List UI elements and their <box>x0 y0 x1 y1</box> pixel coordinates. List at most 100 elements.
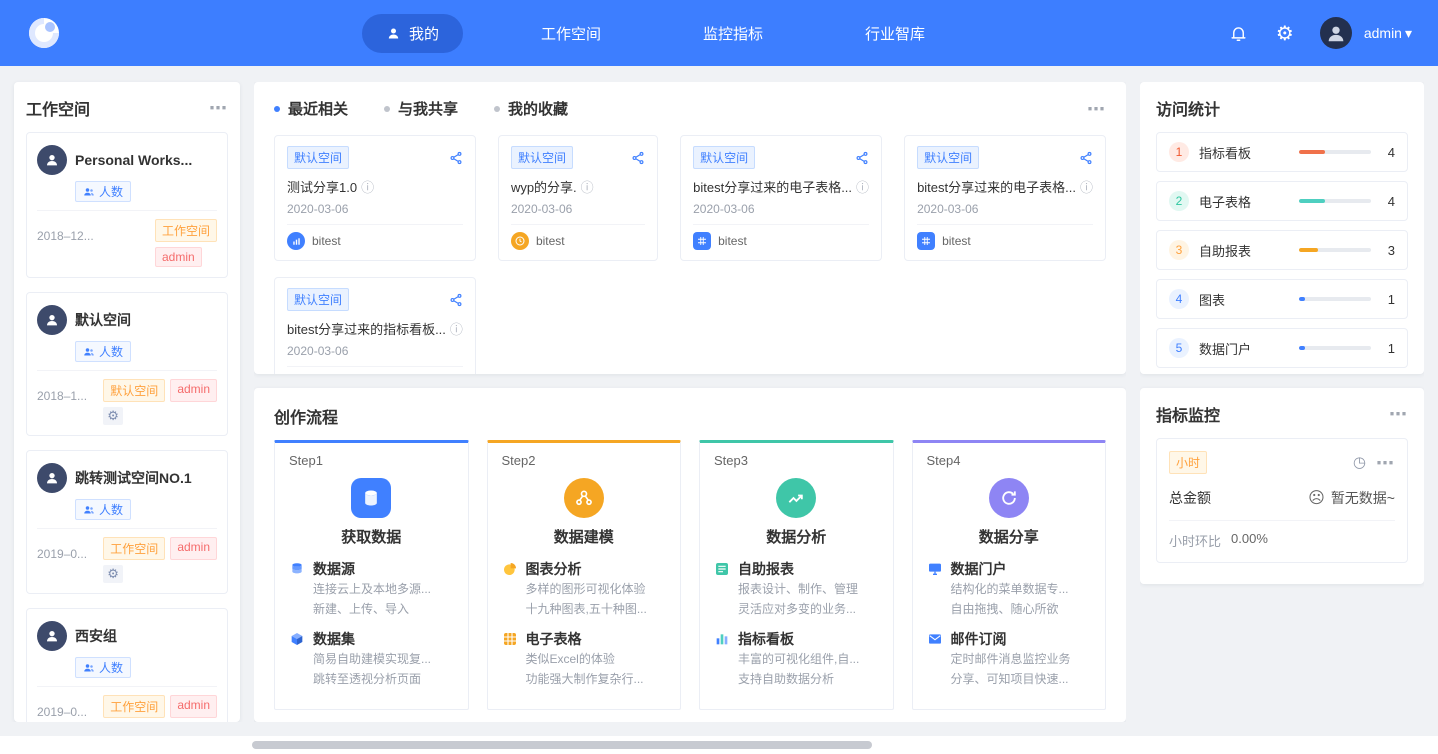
resource-card[interactable]: 默认空间 测试分享1.0 ⓘ 2020-03-06 bitest <box>274 135 476 261</box>
stat-row[interactable]: 4 图表 1 <box>1156 279 1408 319</box>
workspace-name: 西安组 <box>75 628 117 644</box>
empty-state: ☹ 暂无数据~ <box>1308 488 1395 508</box>
mail-icon <box>928 634 941 644</box>
nav-tab-workspace[interactable]: 工作空间 <box>517 14 625 53</box>
info-icon[interactable]: ⓘ <box>450 319 463 338</box>
stat-row[interactable]: 1 指标看板 4 <box>1156 132 1408 172</box>
workspace-name: 跳转测试空间NO.1 <box>75 470 192 486</box>
nav-tab-industry[interactable]: 行业智库 <box>841 14 949 53</box>
nav-right-group: ⚙ admin ▾ <box>1228 17 1412 49</box>
workflow-item-link[interactable]: 指标看板 <box>714 629 879 649</box>
nav-tab-label: 我的 <box>409 25 440 43</box>
nav-tab-monitor[interactable]: 监控指标 <box>679 14 787 53</box>
workflow-item-desc: 支持自助数据分析 <box>738 672 835 686</box>
recent-panel-header: 最近相关 与我共享 我的收藏 ⋯ <box>274 98 1106 119</box>
username-label: admin <box>1363 25 1402 41</box>
space-tag: 默认空间 <box>510 146 573 169</box>
more-icon[interactable]: ⋯ <box>1087 100 1106 118</box>
gear-icon[interactable]: ⚙ <box>103 407 123 425</box>
stat-label: 电子表格 <box>1199 194 1252 210</box>
tab-favorites[interactable]: 我的收藏 <box>494 98 568 119</box>
visit-stats-title: 访问统计 <box>1156 102 1221 119</box>
workflow-item-link[interactable]: 邮件订阅 <box>927 629 1092 649</box>
info-icon[interactable]: ⓘ <box>361 177 374 196</box>
workflow-item-desc: 结构化的菜单数据专... <box>950 582 1069 596</box>
workflow-item-link[interactable]: 电子表格 <box>502 629 667 649</box>
member-count-badge[interactable]: 人数 <box>75 181 132 202</box>
workspace-item-bottom: 2018–1... 默认空间 admin ⚙ <box>37 370 217 425</box>
horizontal-scrollbar[interactable] <box>252 741 872 749</box>
workflow-item: 图表分析 多样的图形可视化体验 十九种图表,五十种图... <box>502 559 667 619</box>
nav-tab-mine[interactable]: 我的 <box>362 13 464 53</box>
share-icon[interactable] <box>855 151 869 165</box>
workflow-item-link[interactable]: 自助报表 <box>714 559 879 579</box>
visit-stats-header: 访问统计 <box>1156 96 1408 120</box>
workspace-item[interactable]: 默认空间 人数 2018–1... 默认空间 admin ⚙ <box>26 292 228 436</box>
member-count-badge[interactable]: 人数 <box>75 499 132 520</box>
rank-badge: 2 <box>1169 191 1189 211</box>
workflow-item-link[interactable]: 数据门户 <box>927 559 1092 579</box>
gear-icon[interactable]: ⚙ <box>1274 22 1296 45</box>
more-icon[interactable]: ⋯ <box>209 99 228 117</box>
workflow-item-name: 邮件订阅 <box>950 631 1007 647</box>
share-icon[interactable] <box>1079 151 1093 165</box>
workflow-item-name: 电子表格 <box>525 631 582 647</box>
resource-card[interactable]: 默认空间 bitest分享过来的电子表格... ⓘ 2020-03-06 bite… <box>904 135 1106 261</box>
share-icon[interactable] <box>631 151 645 165</box>
workspace-name: 默认空间 <box>75 312 131 328</box>
share-data-icon <box>988 478 1029 518</box>
member-count-badge[interactable]: 人数 <box>75 657 132 678</box>
rank-badge: 1 <box>1169 142 1189 162</box>
primary-nav: 我的 工作空间 监控指标 行业智库 <box>362 13 949 53</box>
share-icon[interactable] <box>449 151 463 165</box>
gear-icon[interactable]: ⚙ <box>103 565 123 583</box>
bell-icon[interactable] <box>1228 22 1250 44</box>
workspace-avatar <box>37 145 67 175</box>
workflow-item-desc: 十九种图表,五十种图... <box>525 602 647 616</box>
stat-row[interactable]: 2 电子表格 4 <box>1156 181 1408 221</box>
tab-label: 我的收藏 <box>508 101 569 118</box>
workspace-item[interactable]: 跳转测试空间NO.1 人数 2019–0... 工作空间 admin ⚙ <box>26 450 228 594</box>
member-count-badge[interactable]: 人数 <box>75 341 132 362</box>
resource-card[interactable]: 默认空间 bitest分享过来的电子表格... ⓘ 2020-03-06 bite… <box>680 135 883 261</box>
app-logo[interactable] <box>26 15 62 51</box>
workflow-item-desc: 新建、上传、导入 <box>313 602 410 616</box>
rank-badge: 5 <box>1169 338 1189 358</box>
workspace-avatar <box>37 621 67 651</box>
space-tag: 默认空间 <box>287 288 350 311</box>
resource-card[interactable]: 默认空间 wyp的分享. ⓘ 2020-03-06 bitest <box>497 135 659 261</box>
space-tag: 默认空间 <box>693 146 756 169</box>
space-tag: 默认空间 <box>917 146 980 169</box>
visit-stats-panel: 访问统计 1 指标看板 4 2 电子表格 4 3 自助报表 3 4 图表 1 5… <box>1140 82 1424 374</box>
workspace-item[interactable]: 西安组 人数 2019–0... 工作空间 admin ⚙ <box>26 608 228 722</box>
workspace-item[interactable]: Personal Works... 人数 2018–12... 工作空间 adm… <box>26 132 228 278</box>
resource-card[interactable]: 默认空间 bitest分享过来的指标看板...ⓘ 2020-03-06 bite… <box>274 277 476 374</box>
stat-row[interactable]: 3 自助报表 3 <box>1156 230 1408 270</box>
username-menu[interactable]: admin ▾ <box>1364 25 1412 42</box>
workflow-item: 数据门户 结构化的菜单数据专... 自由拖拽、随心所欲 <box>927 559 1092 619</box>
tab-bullet <box>274 105 280 112</box>
tab-recent[interactable]: 最近相关 <box>274 98 348 119</box>
share-icon[interactable] <box>449 293 463 307</box>
more-icon[interactable]: ⋯ <box>1376 454 1395 472</box>
workflow-item-link[interactable]: 数据源 <box>289 559 454 579</box>
tab-shared-with-me[interactable]: 与我共享 <box>384 98 458 119</box>
right-column: 访问统计 1 指标看板 4 2 电子表格 4 3 自助报表 3 4 图表 1 5… <box>1140 82 1424 722</box>
info-icon[interactable]: ⓘ <box>856 177 869 196</box>
tab-bullet <box>384 105 391 112</box>
clock-icon[interactable]: ◷ <box>1353 455 1366 470</box>
info-icon[interactable]: ⓘ <box>581 177 594 196</box>
resource-owner: bitest <box>942 234 971 248</box>
admin-tag: admin <box>170 695 217 718</box>
get-data-icon <box>351 478 392 518</box>
info-icon[interactable]: ⓘ <box>1080 177 1093 196</box>
user-avatar[interactable] <box>1319 17 1352 49</box>
workflow-item-link[interactable]: 图表分析 <box>502 559 667 579</box>
admin-tag: admin <box>170 379 217 402</box>
workflow-item-link[interactable]: 数据集 <box>289 629 454 649</box>
nav-tab-label: 行业智库 <box>865 25 926 43</box>
tab-bullet <box>494 105 501 112</box>
spreadsheet-icon <box>693 232 712 250</box>
more-icon[interactable]: ⋯ <box>1389 405 1408 423</box>
stat-row[interactable]: 5 数据门户 1 <box>1156 328 1408 368</box>
